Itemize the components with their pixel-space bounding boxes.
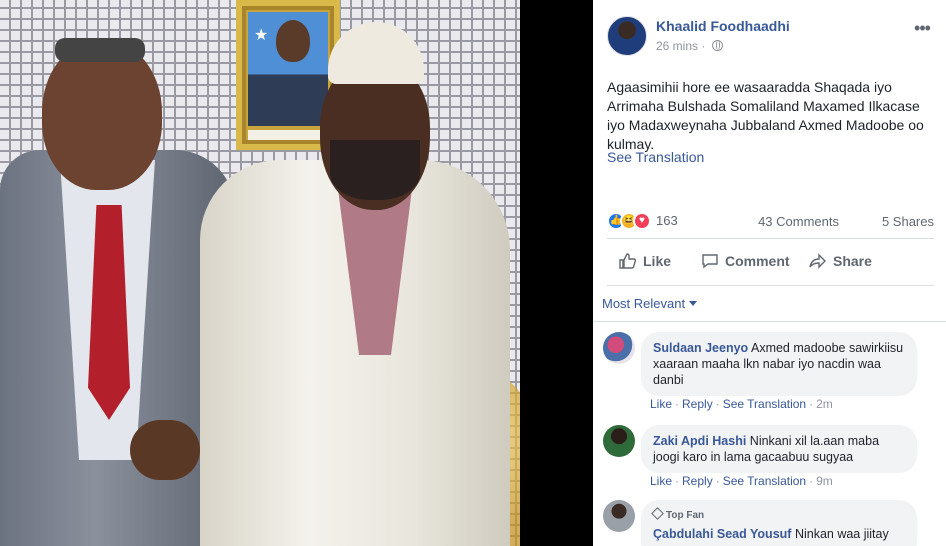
reaction-count[interactable]: 163: [656, 213, 678, 228]
sort-label: Most Relevant: [602, 296, 686, 311]
actions-bar: Like Comment Share: [607, 238, 934, 286]
share-button[interactable]: Share: [809, 253, 872, 269]
commenter-avatar[interactable]: [603, 425, 635, 457]
like-button-label: Like: [643, 253, 672, 269]
comment-actions: Like · Reply · See Translation · 9m: [650, 474, 833, 488]
right-man-beard: [330, 140, 420, 200]
more-options-icon[interactable]: •••: [912, 19, 932, 40]
post-side-panel: Khaalid Foodhaadhi 26 mins · ••• Agaasim…: [593, 0, 946, 546]
post-meta: 26 mins ·: [656, 39, 723, 53]
thumbs-up-icon: [619, 253, 637, 269]
reaction-icons[interactable]: 👍 😆 ♥: [607, 212, 655, 230]
top-fan-label: Top Fan: [666, 510, 705, 521]
comment-bubble: Zaki Apdi Hashi Ninkani xil la.aan maba …: [641, 425, 917, 473]
post-photo[interactable]: ★: [0, 0, 520, 546]
globe-icon: [711, 40, 723, 51]
see-translation-link[interactable]: See Translation: [607, 149, 704, 165]
comment-reply-link[interactable]: Reply: [682, 474, 713, 488]
left-man-head: [42, 40, 162, 190]
diamond-icon: [651, 507, 664, 520]
comment-translation-link[interactable]: See Translation: [723, 474, 806, 488]
comment-button-label: Comment: [725, 253, 790, 269]
author-avatar[interactable]: [607, 16, 647, 56]
share-button-label: Share: [833, 253, 872, 269]
caret-down-icon: [689, 301, 698, 306]
commenter-avatar[interactable]: [603, 500, 635, 532]
comment-bubble: Suldaan Jeenyo Axmed madoobe sawirkiisu …: [641, 332, 917, 396]
reactions-bar: 👍 😆 ♥ 163 43 Comments 5 Shares: [607, 210, 934, 232]
love-reaction-icon: ♥: [633, 212, 651, 230]
speech-bubble-icon: [702, 254, 718, 269]
comment-text: Ninkan waa jiitay: [794, 527, 889, 541]
comment-bubble: Top Fan Çabdulahi Sead Yousuf Ninkan waa…: [641, 500, 917, 546]
comment-translation-link[interactable]: See Translation: [723, 397, 806, 411]
commenter-name[interactable]: Zaki Apdi Hashi: [653, 434, 746, 448]
comment-sort-dropdown[interactable]: Most Relevant: [602, 296, 698, 311]
comment-time[interactable]: 9m: [816, 474, 833, 488]
comment-item: Suldaan Jeenyo Axmed madoobe sawirkiisu …: [603, 332, 938, 412]
comment-like-link[interactable]: Like: [650, 474, 672, 488]
commenter-name[interactable]: Suldaan Jeenyo: [653, 341, 748, 355]
top-fan-badge: Top Fan: [651, 507, 905, 524]
left-man-sunglasses: [55, 38, 145, 62]
post-time[interactable]: 26 mins: [656, 39, 698, 53]
post-text: Agaasimihii hore ee wasaaradda Shaqada i…: [607, 79, 924, 152]
commenter-name[interactable]: Çabdulahi Sead Yousuf: [653, 527, 791, 541]
divider: [593, 321, 946, 322]
comment-actions: Like · Reply · See Translation · 2m: [650, 397, 833, 411]
handshake: [130, 420, 200, 480]
author-name[interactable]: Khaalid Foodhaadhi: [656, 18, 790, 34]
comment-reply-link[interactable]: Reply: [682, 397, 713, 411]
comment-item: Zaki Apdi Hashi Ninkani xil la.aan maba …: [603, 425, 938, 495]
shares-count[interactable]: 5 Shares: [882, 214, 934, 229]
comments-count[interactable]: 43 Comments: [758, 214, 839, 229]
comment-time[interactable]: 2m: [816, 397, 833, 411]
like-button[interactable]: Like: [619, 253, 671, 269]
share-arrow-icon: [809, 253, 826, 269]
comment-like-link[interactable]: Like: [650, 397, 672, 411]
comment-item: Top Fan Çabdulahi Sead Yousuf Ninkan waa…: [603, 500, 938, 546]
post-header: Khaalid Foodhaadhi 26 mins · •••: [607, 16, 936, 60]
right-man-kufi: [328, 22, 424, 84]
commenter-avatar[interactable]: [603, 332, 635, 364]
separator-dot: ·: [701, 39, 706, 53]
